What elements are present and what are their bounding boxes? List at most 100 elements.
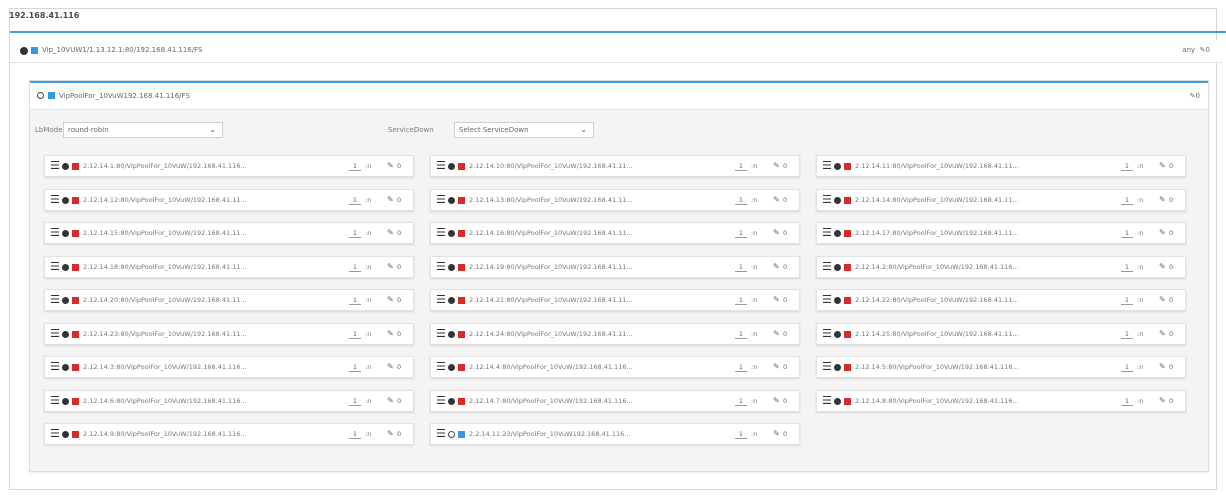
- edit-icon[interactable]: ✎: [1159, 262, 1166, 271]
- menu-icon[interactable]: ☰: [822, 294, 832, 306]
- menu-icon[interactable]: ☰: [822, 327, 832, 340]
- member-weight-input[interactable]: 1: [1121, 296, 1133, 305]
- member-card[interactable]: ☰ 2.12.14.16:80/VipPoolFor_10VuW/192.168.…: [430, 222, 800, 244]
- member-card[interactable]: ☰ 2.2.14.11:23/VipPoolFor_10VuW192.168.41…: [430, 423, 800, 445]
- member-weight-input[interactable]: 1: [1121, 162, 1133, 171]
- edit-icon[interactable]: ✎: [773, 195, 780, 204]
- member-card[interactable]: ☰ 2.12.14.18:80/VipPoolFor_10VuW/192.168.…: [44, 255, 414, 278]
- menu-icon[interactable]: ☰: [50, 394, 60, 407]
- member-weight-input[interactable]: 1: [1121, 330, 1133, 339]
- member-weight-input[interactable]: 1: [349, 330, 361, 339]
- menu-icon[interactable]: ☰: [436, 294, 446, 306]
- edit-icon[interactable]: ✎: [773, 329, 780, 338]
- pool-header[interactable]: VipPoolFor_10VuW192.168.41.116/FS ✎0: [30, 83, 1208, 110]
- member-weight-input[interactable]: 1: [735, 196, 747, 205]
- member-card[interactable]: ☰ 2.12.14.21:80/VipPoolFor_10VuW/192.168.…: [430, 289, 800, 311]
- menu-icon[interactable]: ☰: [822, 394, 832, 407]
- menu-icon[interactable]: ☰: [50, 361, 60, 373]
- menu-icon[interactable]: ☰: [50, 227, 60, 239]
- menu-icon[interactable]: ☰: [822, 361, 832, 373]
- menu-icon[interactable]: ☰: [50, 327, 60, 340]
- edit-icon[interactable]: ✎: [387, 362, 394, 371]
- edit-icon[interactable]: ✎: [387, 396, 394, 405]
- member-card[interactable]: ☰ 2.12.14.8:80/VipPoolFor_10VuW/192.168.4…: [816, 389, 1186, 412]
- menu-icon[interactable]: ☰: [822, 193, 832, 206]
- edit-icon[interactable]: ✎: [773, 429, 780, 438]
- member-card[interactable]: ☰ 2.12.14.19:80/VipPoolFor_10VuW/192.168.…: [430, 255, 800, 278]
- member-card[interactable]: ☰ 2.12.14.3:80/VipPoolFor_10VuW/192.168.4…: [44, 356, 414, 378]
- member-card[interactable]: ☰ 2.12.14.17:80/VipPoolFor_10VuW/192.168.…: [816, 222, 1186, 244]
- edit-icon[interactable]: ✎: [773, 161, 780, 170]
- member-weight-input[interactable]: 1: [349, 263, 361, 272]
- member-weight-input[interactable]: 1: [349, 430, 361, 439]
- member-weight-input[interactable]: 1: [1121, 397, 1133, 406]
- edit-icon[interactable]: ✎: [387, 295, 394, 304]
- edit-icon[interactable]: ✎: [1159, 195, 1166, 204]
- member-card[interactable]: ☰ 2.12.14.2:80/VipPoolFor_10VuW/192.168.4…: [816, 255, 1186, 278]
- edit-icon[interactable]: ✎: [1159, 161, 1166, 170]
- member-card[interactable]: ☰ 2.12.14.24:80/VipPoolFor_10VuW/192.168.…: [430, 322, 800, 345]
- member-card[interactable]: ☰ 2.12.14.4:80/VipPoolFor_10VuW/192.168.4…: [430, 356, 800, 378]
- member-card[interactable]: ☰ 2.12.14.12:80/VipPoolFor_10VuW/192.168.…: [44, 188, 414, 211]
- edit-icon[interactable]: ✎: [773, 295, 780, 304]
- menu-icon[interactable]: ☰: [50, 428, 60, 440]
- member-weight-input[interactable]: 1: [735, 263, 747, 272]
- member-weight-input[interactable]: 1: [735, 296, 747, 305]
- edit-icon[interactable]: ✎: [1159, 362, 1166, 371]
- member-weight-input[interactable]: 1: [735, 363, 747, 372]
- member-card[interactable]: ☰ 2.12.14.7:80/VipPoolFor_10VuW/192.168.4…: [430, 389, 800, 412]
- member-card[interactable]: ☰ 2.12.14.1:80/VipPoolFor_10VuW/192.168.4…: [44, 155, 414, 177]
- menu-icon[interactable]: ☰: [50, 160, 60, 172]
- edit-icon[interactable]: ✎: [387, 195, 394, 204]
- member-weight-input[interactable]: 1: [1121, 229, 1133, 238]
- edit-icon[interactable]: ✎: [387, 329, 394, 338]
- vip-edit-icon[interactable]: ✎: [1197, 46, 1206, 54]
- menu-icon[interactable]: ☰: [822, 160, 832, 172]
- edit-icon[interactable]: ✎: [773, 396, 780, 405]
- member-card[interactable]: ☰ 2.12.14.23:80/VipPoolFor_10VuW/192.168.…: [44, 322, 414, 345]
- menu-icon[interactable]: ☰: [436, 428, 446, 440]
- menu-icon[interactable]: ☰: [436, 327, 446, 340]
- edit-icon[interactable]: ✎: [773, 362, 780, 371]
- menu-icon[interactable]: ☰: [436, 361, 446, 373]
- member-weight-input[interactable]: 1: [735, 330, 747, 339]
- member-weight-input[interactable]: 1: [1121, 196, 1133, 205]
- member-weight-input[interactable]: 1: [349, 162, 361, 171]
- member-weight-input[interactable]: 1: [349, 229, 361, 238]
- servicedown-select[interactable]: Select ServiceDown ⌄: [454, 122, 594, 138]
- member-card[interactable]: ☰ 2.12.14.14:80/VipPoolFor_10VuW/192.168.…: [816, 188, 1186, 211]
- member-weight-input[interactable]: 1: [735, 430, 747, 439]
- menu-icon[interactable]: ☰: [50, 260, 60, 273]
- edit-icon[interactable]: ✎: [1159, 396, 1166, 405]
- member-card[interactable]: ☰ 2.12.14.22:80/VipPoolFor_10VuW/192.168.…: [816, 289, 1186, 311]
- menu-icon[interactable]: ☰: [436, 260, 446, 273]
- member-weight-input[interactable]: 1: [349, 363, 361, 372]
- member-weight-input[interactable]: 1: [349, 397, 361, 406]
- member-card[interactable]: ☰ 2.12.14.6:80/VipPoolFor_10VuW/192.168.4…: [44, 389, 414, 412]
- member-card[interactable]: ☰ 2.12.14.25:80/VipPoolFor_10VuW/192.168.…: [816, 322, 1186, 345]
- menu-icon[interactable]: ☰: [50, 193, 60, 206]
- menu-icon[interactable]: ☰: [822, 260, 832, 273]
- member-weight-input[interactable]: 1: [735, 162, 747, 171]
- menu-icon[interactable]: ☰: [50, 294, 60, 306]
- menu-icon[interactable]: ☰: [822, 227, 832, 239]
- menu-icon[interactable]: ☰: [436, 160, 446, 172]
- edit-icon[interactable]: ✎: [387, 228, 394, 237]
- edit-icon[interactable]: ✎: [387, 161, 394, 170]
- vip-row[interactable]: Vip_10VUW1/1.13.12.1:80/192.168.41.116/F…: [10, 40, 1222, 63]
- edit-icon[interactable]: ✎: [773, 262, 780, 271]
- menu-icon[interactable]: ☰: [436, 394, 446, 407]
- member-card[interactable]: ☰ 2.12.14.20:80/VipPoolFor_10VuW/192.168.…: [44, 289, 414, 311]
- member-card[interactable]: ☰ 2.12.14.11:80/VipPoolFor_10VuW/192.168.…: [816, 155, 1186, 177]
- edit-icon[interactable]: ✎: [1159, 329, 1166, 338]
- edit-icon[interactable]: ✎: [1159, 295, 1166, 304]
- member-weight-input[interactable]: 1: [735, 397, 747, 406]
- edit-icon[interactable]: ✎: [387, 262, 394, 271]
- member-card[interactable]: ☰ 2.12.14.5:80/VipPoolFor_10VuW/192.168.4…: [816, 356, 1186, 378]
- member-weight-input[interactable]: 1: [1121, 263, 1133, 272]
- lbmode-select[interactable]: round-robin ⌄: [63, 122, 223, 138]
- member-card[interactable]: ☰ 2.12.14.10:80/VipPoolFor_10VuW/192.168.…: [430, 155, 800, 177]
- member-weight-input[interactable]: 1: [1121, 363, 1133, 372]
- edit-icon[interactable]: ✎: [773, 228, 780, 237]
- member-card[interactable]: ☰ 2.12.14.13:80/VipPoolFor_10VuW/192.168.…: [430, 188, 800, 211]
